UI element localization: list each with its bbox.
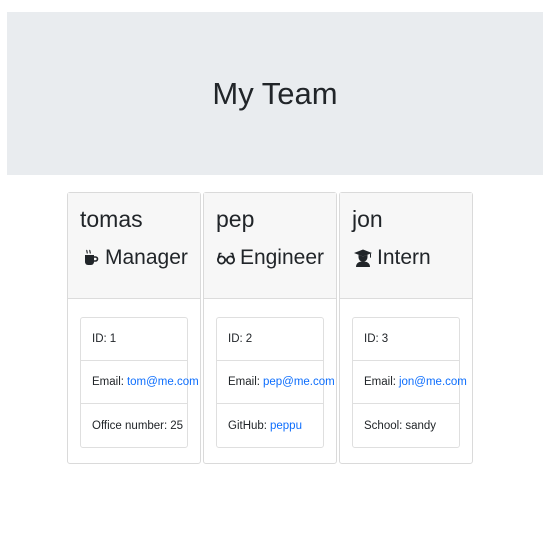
member-name: jon bbox=[352, 206, 383, 232]
id-row: ID: 3 bbox=[353, 318, 459, 361]
member-card-intern: jon Intern ID: 3 Email: jon@me.com Schoo… bbox=[339, 192, 473, 464]
email-label: Email: bbox=[92, 376, 124, 388]
email-label: Email: bbox=[364, 376, 396, 388]
id-row: ID: 1 bbox=[81, 318, 187, 361]
github-link[interactable]: peppu bbox=[270, 420, 302, 432]
card-body: ID: 1 Email: tom@me.com Office number: 2… bbox=[68, 299, 200, 448]
role-label: Intern bbox=[377, 246, 431, 269]
office-number-row: Office number: 25 bbox=[81, 404, 187, 447]
card-body: ID: 2 Email: pep@me.com GitHub: peppu bbox=[204, 299, 336, 448]
coffee-icon bbox=[80, 247, 102, 269]
email-row: Email: tom@me.com bbox=[81, 361, 199, 404]
card-header: pep Engineer bbox=[204, 193, 336, 299]
office-number-label: Office number: bbox=[92, 419, 168, 432]
id-label: ID: bbox=[92, 333, 107, 345]
glasses-icon bbox=[216, 247, 237, 269]
id-row: ID: 2 bbox=[217, 318, 323, 361]
email-row: Email: pep@me.com bbox=[217, 361, 335, 404]
member-card-manager: tomas Manager ID: 1 Email: tom@me.com Of… bbox=[67, 192, 201, 464]
github-row: GitHub: peppu bbox=[217, 404, 323, 447]
team-cards: tomas Manager ID: 1 Email: tom@me.com Of… bbox=[67, 192, 473, 464]
member-card-engineer: pep Engineer ID: 2 Email: pep@me.com Git… bbox=[203, 192, 337, 464]
office-number-value: 25 bbox=[170, 419, 184, 432]
header-banner: My Team bbox=[7, 12, 543, 175]
card-body: ID: 3 Email: jon@me.com School: sandy bbox=[340, 299, 472, 448]
email-label: Email: bbox=[228, 376, 260, 388]
graduate-icon bbox=[352, 247, 374, 269]
school-label: School: bbox=[364, 419, 403, 432]
github-label: GitHub: bbox=[228, 419, 267, 432]
member-role: Intern bbox=[352, 246, 460, 270]
id-value: 1 bbox=[109, 333, 117, 345]
role-label: Engineer bbox=[239, 246, 324, 269]
member-role: Manager bbox=[80, 246, 188, 270]
member-details: ID: 1 Email: tom@me.com Office number: 2… bbox=[80, 317, 199, 448]
role-label: Manager bbox=[105, 246, 188, 269]
card-header: jon Intern bbox=[340, 193, 472, 299]
member-name: tomas bbox=[80, 206, 143, 232]
school-value: sandy bbox=[405, 419, 437, 432]
member-role: Engineer bbox=[216, 246, 324, 270]
card-header: tomas Manager bbox=[68, 193, 200, 299]
id-value: 2 bbox=[245, 333, 253, 345]
member-details: ID: 2 Email: pep@me.com GitHub: peppu bbox=[216, 317, 335, 448]
id-label: ID: bbox=[364, 333, 379, 345]
id-value: 3 bbox=[381, 333, 389, 345]
school-row: School: sandy bbox=[353, 404, 459, 447]
email-row: Email: jon@me.com bbox=[353, 361, 467, 404]
member-details: ID: 3 Email: jon@me.com School: sandy bbox=[352, 317, 467, 448]
email-link[interactable]: jon@me.com bbox=[399, 376, 467, 388]
email-link[interactable]: pep@me.com bbox=[263, 376, 335, 388]
page-title: My Team bbox=[212, 75, 338, 111]
id-label: ID: bbox=[228, 333, 243, 345]
email-link[interactable]: tom@me.com bbox=[127, 376, 199, 388]
member-name: pep bbox=[216, 206, 255, 232]
